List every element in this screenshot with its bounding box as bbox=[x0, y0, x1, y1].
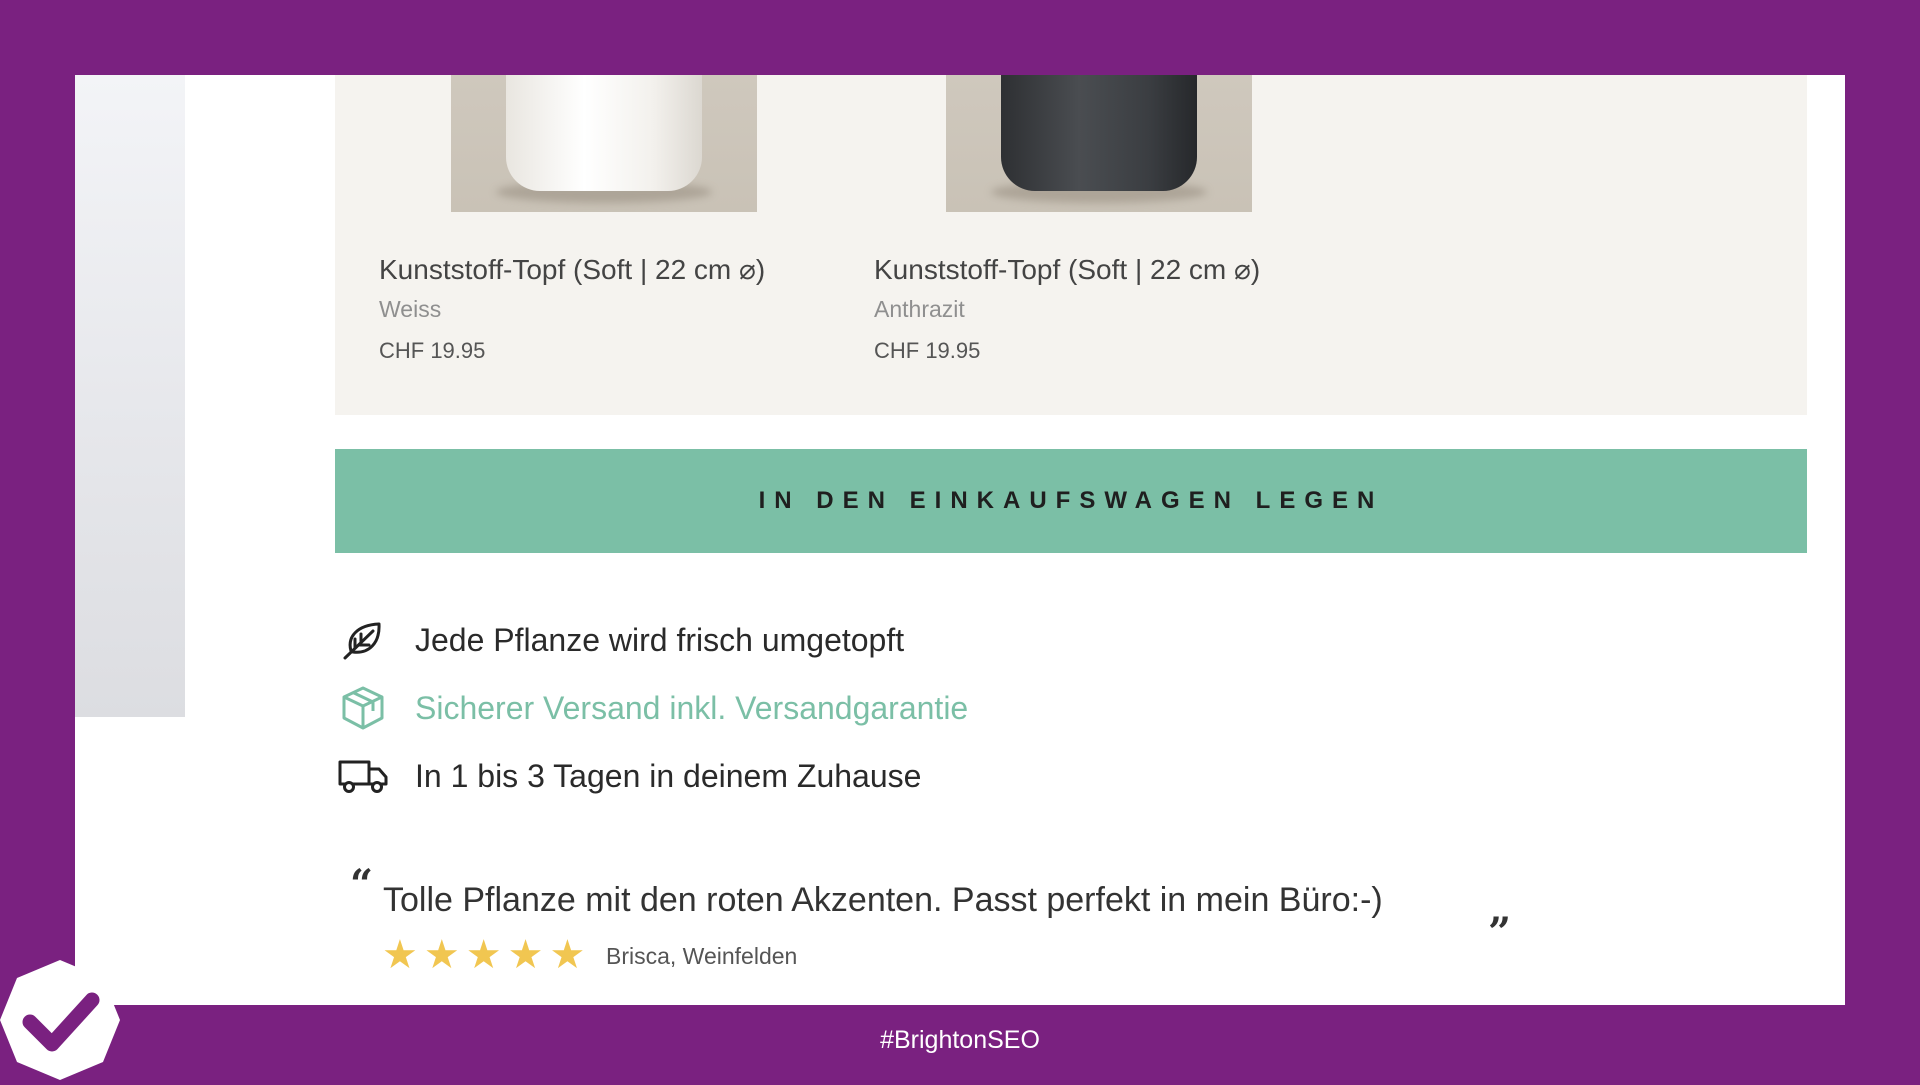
quote-close-icon: ” bbox=[1488, 909, 1512, 956]
feature-text: In 1 bis 3 Tagen in deinem Zuhause bbox=[415, 757, 922, 794]
reviewer-name: Brisca, Weinfelden bbox=[606, 943, 798, 969]
side-image-strip bbox=[75, 75, 185, 717]
product-image[interactable] bbox=[451, 75, 757, 212]
checkmark-badge-icon bbox=[0, 960, 120, 1080]
star-icon: ★ bbox=[507, 932, 544, 978]
product-price: CHF 19.95 bbox=[379, 338, 486, 363]
product-price: CHF 19.95 bbox=[874, 338, 981, 363]
star-icon: ★ bbox=[549, 932, 586, 978]
star-icon: ★ bbox=[465, 932, 502, 978]
white-pot bbox=[506, 75, 702, 191]
feature-shipping: Sicherer Versand inkl. Versandgarantie bbox=[338, 683, 968, 733]
event-hashtag: #BrightonSEO bbox=[880, 1026, 1040, 1054]
product-image[interactable] bbox=[946, 75, 1252, 212]
anthrazit-pot bbox=[1001, 75, 1197, 191]
product-variant: Anthrazit bbox=[874, 296, 965, 322]
feature-text: Jede Pflanze wird frisch umgetopft bbox=[415, 621, 905, 658]
screenshot-frame: Kunststoff-Topf (Soft | 22 cm ⌀) Weiss C… bbox=[75, 75, 1845, 1005]
feature-text: Sicherer Versand inkl. Versandgarantie bbox=[415, 689, 969, 726]
star-icon: ★ bbox=[423, 932, 460, 978]
truck-icon bbox=[338, 751, 388, 801]
quote-open-icon: “ bbox=[350, 861, 374, 908]
product-title[interactable]: Kunststoff-Topf (Soft | 22 cm ⌀) bbox=[379, 253, 765, 286]
review-text: Tolle Pflanze mit den roten Akzenten. Pa… bbox=[383, 881, 1383, 919]
star-rating: ★ ★ ★ ★ ★ bbox=[382, 931, 591, 979]
box-icon bbox=[338, 683, 388, 733]
product-title[interactable]: Kunststoff-Topf (Soft | 22 cm ⌀) bbox=[874, 253, 1260, 286]
star-icon: ★ bbox=[382, 932, 418, 978]
add-to-cart-button[interactable]: IN DEN EINKAUFSWAGEN LEGEN bbox=[335, 449, 1807, 553]
product-variant: Weiss bbox=[379, 296, 442, 322]
feature-delivery: In 1 bis 3 Tagen in deinem Zuhause bbox=[338, 751, 921, 801]
product-recommendations: Kunststoff-Topf (Soft | 22 cm ⌀) Weiss C… bbox=[335, 75, 1807, 415]
leaf-icon bbox=[338, 615, 388, 665]
feature-repotting: Jede Pflanze wird frisch umgetopft bbox=[338, 615, 904, 665]
